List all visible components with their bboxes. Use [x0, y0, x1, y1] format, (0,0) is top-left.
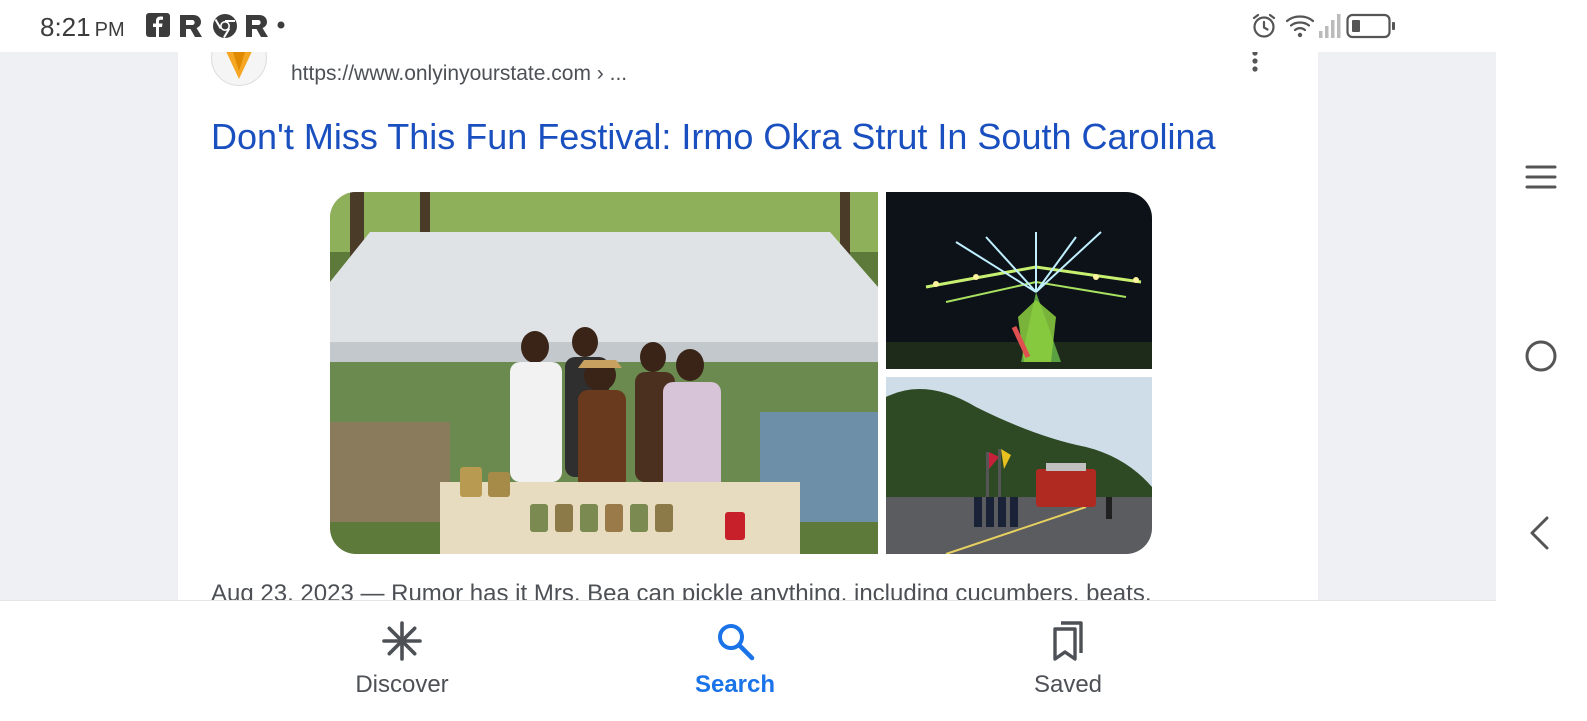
battery-icon: [1346, 12, 1396, 45]
nav-saved[interactable]: Saved: [968, 601, 1168, 721]
r-app-icon: [178, 13, 206, 39]
nav-search-label: Search: [694, 671, 776, 698]
chrome-icon: [212, 13, 238, 39]
more-notifications-dot-icon: [276, 20, 286, 30]
parade-photo[interactable]: [886, 377, 1152, 554]
search-icon: [713, 619, 757, 663]
status-time-value: 8:21: [40, 12, 91, 42]
system-navigation-bar: [1496, 52, 1587, 720]
back-chevron-icon[interactable]: [1518, 510, 1564, 556]
status-bar: 8:21 PM: [0, 0, 1587, 52]
bottom-navigation: Discover Search Saved: [0, 600, 1496, 721]
recents-menu-icon[interactable]: [1518, 155, 1564, 201]
site-favicon[interactable]: [211, 52, 267, 86]
more-options-icon[interactable]: [1240, 52, 1270, 78]
discover-icon: [380, 619, 424, 663]
alarm-icon: [1250, 12, 1278, 45]
result-url[interactable]: https://www.onlyinyourstate.com › ...: [291, 62, 627, 86]
wifi-icon: [1285, 12, 1315, 45]
saved-bookmarks-icon: [1046, 619, 1090, 663]
signal-icon: [1318, 12, 1342, 45]
status-time-ampm: PM: [94, 19, 125, 41]
nav-discover-label: Discover: [355, 671, 449, 698]
home-circle-icon[interactable]: [1518, 333, 1564, 379]
festival-vendors-photo[interactable]: [330, 192, 878, 554]
status-time: 8:21 PM: [40, 12, 125, 43]
facebook-icon: [146, 13, 170, 37]
nav-discover[interactable]: Discover: [302, 601, 502, 721]
search-result-card: https://www.onlyinyourstate.com › ... Do…: [178, 52, 1318, 600]
search-results-area[interactable]: https://www.onlyinyourstate.com › ... Do…: [0, 52, 1496, 600]
nav-saved-label: Saved: [1033, 671, 1103, 698]
result-title-link[interactable]: Don't Miss This Fun Festival: Irmo Okra …: [211, 116, 1216, 158]
r-app-icon: [244, 13, 272, 39]
result-snippet: Aug 23, 2023 — Rumor has it Mrs. Bea can…: [211, 580, 1152, 600]
carnival-ride-photo[interactable]: [886, 192, 1152, 369]
nav-search[interactable]: Search: [635, 601, 835, 721]
